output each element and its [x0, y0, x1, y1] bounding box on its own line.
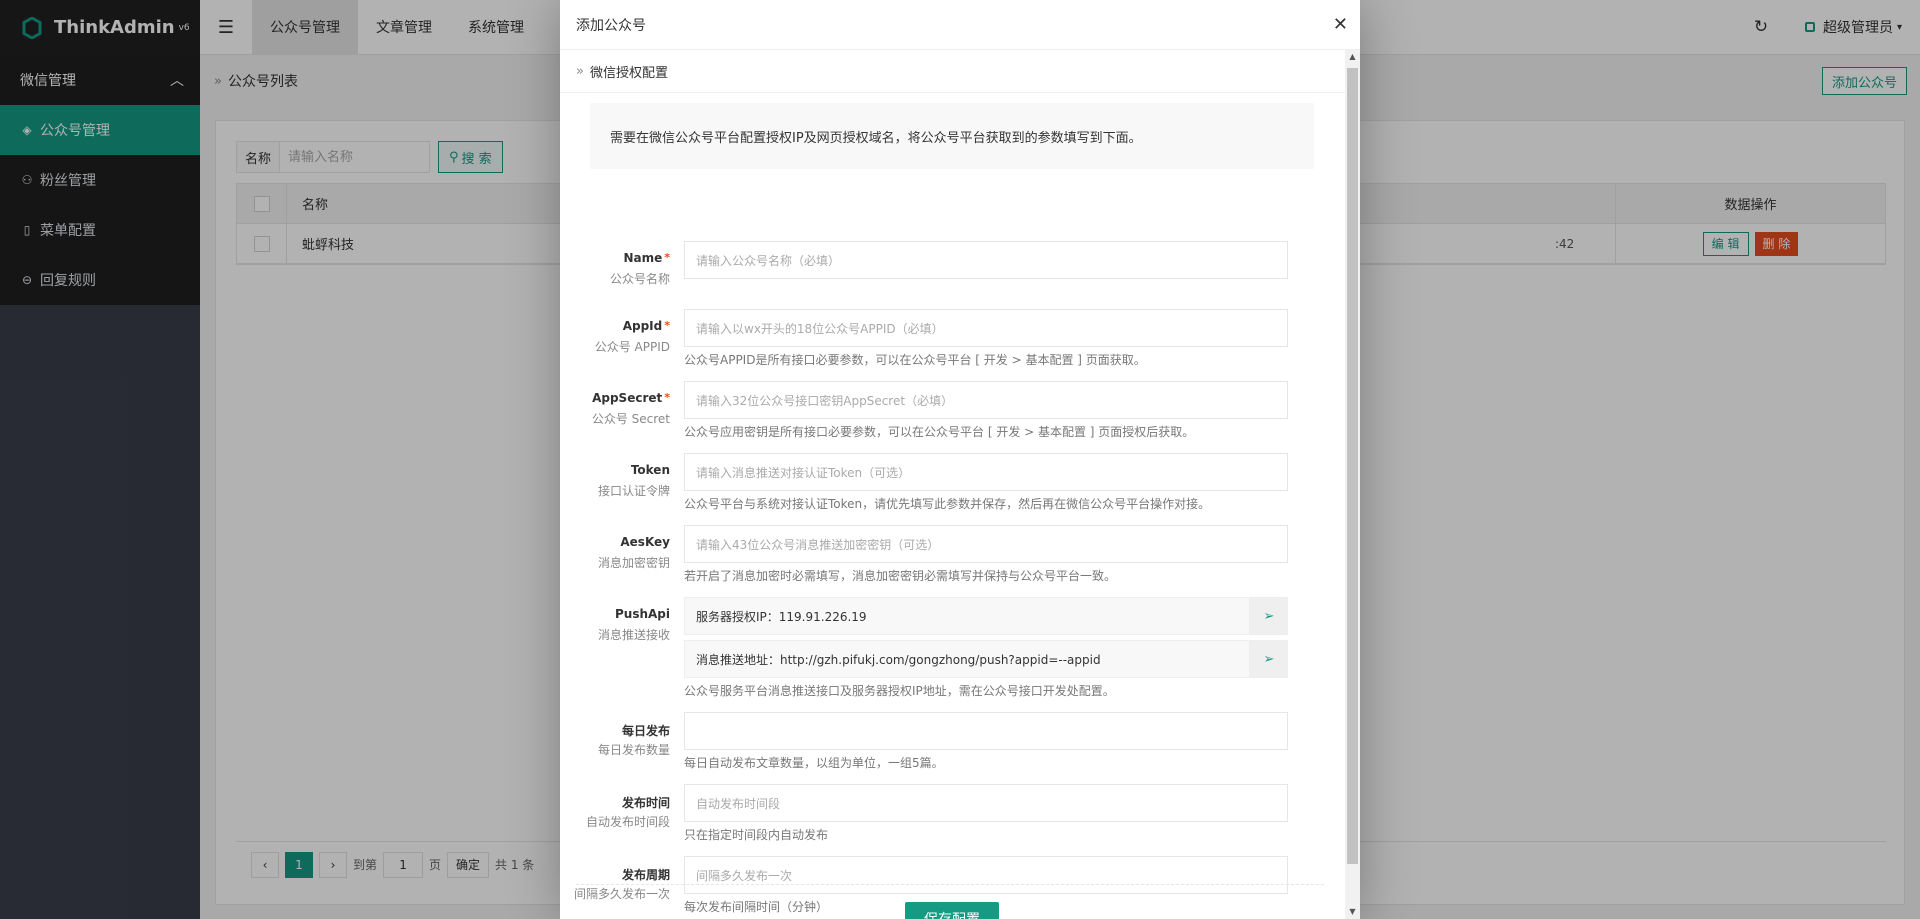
copy-ip-send-icon[interactable]: ➢ — [1250, 597, 1288, 635]
field-label: AppSecret * 公众号 Secret — [560, 391, 670, 427]
daily-input[interactable] — [684, 712, 1288, 750]
chevron-right-icon: » — [576, 64, 584, 79]
token-help: 公众号平台与系统对接认证Token，请优先填写此参数并保存，然后再在微信公众号平… — [684, 497, 1211, 511]
scroll-down-icon[interactable]: ▼ — [1345, 905, 1360, 919]
section-title: » 微信授权配置 — [560, 51, 1345, 93]
required-icon: * — [664, 319, 670, 332]
modal-body: » 微信授权配置 需要在微信公众号平台配置授权IP及网页授权域名，将公众号平台获… — [560, 51, 1345, 919]
copy-url-send-icon[interactable]: ➢ — [1250, 640, 1288, 678]
required-icon: * — [664, 391, 670, 404]
section-title-label: 微信授权配置 — [589, 66, 668, 81]
modal-scrollbar[interactable]: ▲ ▼ — [1345, 50, 1360, 919]
modal-header: 添加公众号 ✕ — [560, 0, 1360, 50]
save-config-button[interactable]: 保存配置 — [905, 902, 999, 919]
field-title: 发布周期 — [621, 868, 670, 882]
field-title: Name — [623, 251, 663, 265]
appsecret-input[interactable]: 请输入32位公众号接口密钥AppSecret（必填） — [684, 381, 1288, 419]
field-label: PushApi 消息推送接收 — [560, 607, 670, 643]
field-label: AppId * 公众号 APPID — [560, 319, 670, 355]
publish-period-input[interactable]: 间隔多久发布一次 — [684, 856, 1288, 894]
field-label: 每日发布 每日发布数量 — [560, 722, 670, 758]
appid-input[interactable]: 请输入以wx开头的18位公众号APPID（必填） — [684, 309, 1288, 347]
push-url-field: 消息推送地址：http://gzh.pifukj.com/gongzhong/p… — [684, 640, 1250, 678]
publish-time-input[interactable]: 自动发布时间段 — [684, 784, 1288, 822]
token-input[interactable]: 请输入消息推送对接认证Token（可选） — [684, 453, 1288, 491]
required-icon: * — [664, 251, 670, 264]
field-subtitle: 公众号 APPID — [594, 340, 670, 354]
appid-help: 公众号APPID是所有接口必要参数，可以在公众号平台 [ 开发 > 基本配置 ]… — [684, 353, 1146, 367]
daily-help: 每日自动发布文章数量，以组为单位，一组5篇。 — [684, 756, 944, 770]
aeskey-help: 若开启了消息加密时必需填写，消息加密密钥必需填写并保持与公众号平台一致。 — [684, 569, 1117, 583]
field-subtitle: 消息推送接收 — [597, 628, 670, 642]
field-subtitle: 间隔多久发布一次 — [573, 887, 670, 901]
field-subtitle: 公众号 Secret — [591, 412, 670, 426]
scrollbar-thumb[interactable] — [1347, 68, 1358, 864]
field-subtitle: 自动发布时间段 — [585, 815, 670, 829]
field-subtitle: 消息加密密钥 — [597, 556, 670, 570]
notice-box: 需要在微信公众号平台配置授权IP及网页授权域名，将公众号平台获取到的参数填写到下… — [590, 103, 1314, 169]
add-account-modal: 添加公众号 ✕ » 微信授权配置 需要在微信公众号平台配置授权IP及网页授权域名… — [560, 0, 1360, 919]
field-title: Token — [630, 463, 670, 477]
field-title: 每日发布 — [621, 724, 670, 738]
pushapi-help: 公众号服务平台消息推送接口及服务器授权IP地址，需在公众号接口开发处配置。 — [684, 684, 1115, 698]
field-label: Token 接口认证令牌 — [560, 463, 670, 499]
scroll-up-icon[interactable]: ▲ — [1345, 50, 1360, 64]
publish-time-help: 只在指定时间段内自动发布 — [684, 828, 829, 842]
field-label: AesKey 消息加密密钥 — [560, 535, 670, 571]
publish-period-help: 每次发布间隔时间（分钟） — [684, 900, 829, 914]
name-input[interactable]: 请输入公众号名称（必填） — [684, 241, 1288, 279]
field-title: AppSecret — [592, 391, 663, 405]
field-label: Name * 公众号名称 — [560, 251, 670, 287]
server-ip-field: 服务器授权IP：119.91.226.19 — [684, 597, 1250, 635]
field-title: 发布时间 — [621, 796, 670, 810]
field-title: AppId — [622, 319, 663, 333]
appsecret-help: 公众号应用密钥是所有接口必要参数，可以在公众号平台 [ 开发 > 基本配置 ] … — [684, 425, 1195, 439]
aeskey-input[interactable]: 请输入43位公众号消息推送加密密钥（可选） — [684, 525, 1288, 563]
field-label: 发布时间 自动发布时间段 — [560, 794, 670, 830]
footer-divider — [576, 884, 1324, 885]
field-subtitle: 每日发布数量 — [597, 743, 670, 757]
modal-title: 添加公众号 — [576, 17, 646, 34]
field-title: PushApi — [614, 607, 670, 621]
close-icon[interactable]: ✕ — [1333, 14, 1348, 35]
field-subtitle: 接口认证令牌 — [597, 484, 670, 498]
field-subtitle: 公众号名称 — [609, 272, 670, 286]
field-title: AesKey — [620, 535, 670, 549]
